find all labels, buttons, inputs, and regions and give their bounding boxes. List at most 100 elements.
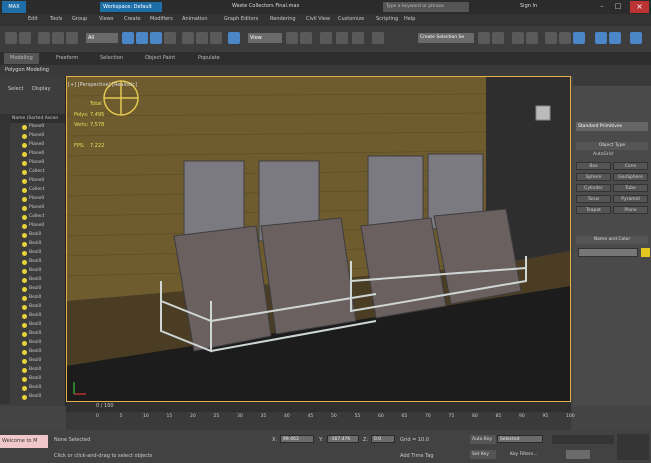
maxscript-listener[interactable]: Welcome to M — [0, 435, 48, 448]
scene-list-item[interactable]: Bezi0 — [10, 259, 65, 267]
scene-list-item[interactable]: Bezi0 — [10, 331, 65, 339]
menu-modifiers[interactable]: Modifiers — [150, 16, 173, 22]
menu-group[interactable]: Group — [72, 16, 87, 22]
scene-list-item[interactable]: Collect — [10, 169, 65, 177]
primitives-dropdown[interactable]: Standard Primitives — [576, 122, 648, 131]
scene-list-item[interactable]: Bezi0 — [10, 394, 65, 402]
lightbulb-icon[interactable] — [22, 368, 27, 373]
layers-icon[interactable] — [512, 32, 524, 44]
lightbulb-icon[interactable] — [22, 287, 27, 292]
viewport-navigation[interactable] — [617, 434, 649, 460]
rect-select-icon[interactable] — [150, 32, 162, 44]
lightbulb-icon[interactable] — [22, 152, 27, 157]
teapot-button[interactable]: Teapot — [576, 206, 611, 214]
move-icon[interactable] — [182, 32, 194, 44]
polygon-modeling-label[interactable]: Polygon Modeling — [5, 67, 49, 73]
lightbulb-icon[interactable] — [22, 395, 27, 400]
ribbon-tab-populate[interactable]: Populate — [198, 55, 220, 61]
scene-list-item[interactable]: Bezi0 — [10, 268, 65, 276]
lightbulb-icon[interactable] — [22, 179, 27, 184]
scene-list-item[interactable]: Bezi0 — [10, 349, 65, 357]
app-logo[interactable]: MAX — [2, 1, 26, 13]
cone-button[interactable]: Cone — [613, 162, 648, 170]
search-input[interactable]: Type a keyword or phrase — [383, 2, 469, 12]
rendered-frame-icon[interactable] — [609, 32, 621, 44]
schematic-icon[interactable] — [559, 32, 571, 44]
maximize-button[interactable]: □ — [611, 2, 625, 12]
scene-list-item[interactable]: Plane0 — [10, 151, 65, 159]
angle-snap-icon[interactable] — [320, 32, 332, 44]
rollout-object-type[interactable]: Object Type — [576, 142, 648, 150]
scene-tab-select[interactable]: Select — [8, 86, 23, 92]
scene-list-item[interactable]: Bezi0 — [10, 340, 65, 348]
lightbulb-icon[interactable] — [22, 206, 27, 211]
viewport-label[interactable]: [+] [Perspective] [Realistic] — [68, 82, 137, 88]
scene-list-item[interactable]: Bezi0 — [10, 367, 65, 375]
percent-snap-icon[interactable] — [336, 32, 348, 44]
sphere-button[interactable]: Sphere — [576, 173, 611, 181]
color-swatch[interactable] — [641, 248, 650, 257]
scale-icon[interactable] — [210, 32, 222, 44]
lightbulb-icon[interactable] — [22, 242, 27, 247]
lightbulb-icon[interactable] — [22, 143, 27, 148]
scene-list-item[interactable]: Plane0 — [10, 196, 65, 204]
menu-graph-editors[interactable]: Graph Editors — [224, 16, 258, 22]
window-crossing-icon[interactable] — [164, 32, 176, 44]
name-field[interactable] — [578, 248, 638, 257]
selection-set-dropdown[interactable]: Create Selection Se — [418, 33, 474, 43]
scene-list-item[interactable]: Bezi0 — [10, 250, 65, 258]
scene-list-item[interactable]: Bezi0 — [10, 232, 65, 240]
lightbulb-icon[interactable] — [22, 134, 27, 139]
lightbulb-icon[interactable] — [22, 386, 27, 391]
scene-list-item[interactable]: Bezi0 — [10, 241, 65, 249]
lightbulb-icon[interactable] — [22, 332, 27, 337]
lightbulb-icon[interactable] — [22, 170, 27, 175]
geosphere-button[interactable]: GeoSphere — [613, 173, 648, 181]
ribbon-tab-object-paint[interactable]: Object Paint — [145, 55, 175, 61]
box-button[interactable]: Box — [576, 162, 611, 170]
playback-controls[interactable] — [552, 435, 614, 444]
select-manipulate-icon[interactable] — [228, 32, 240, 44]
lightbulb-icon[interactable] — [22, 224, 27, 229]
scene-list-item[interactable]: Bezi0 — [10, 322, 65, 330]
mirror-icon[interactable] — [478, 32, 490, 44]
pivot-icon[interactable] — [286, 32, 298, 44]
scene-list-item[interactable]: Bezi0 — [10, 286, 65, 294]
perspective-viewport[interactable]: [+] [Perspective] [Realistic] Total Poly… — [66, 76, 571, 402]
scene-list-item[interactable]: Plane0 — [10, 205, 65, 213]
ribbon-tab-freeform[interactable]: Freeform — [56, 55, 78, 61]
scene-list-item[interactable]: Plane0 — [10, 178, 65, 186]
menu-edit[interactable]: Edit — [28, 16, 38, 22]
key-mode-dropdown[interactable]: Selected — [497, 435, 543, 443]
x-coordinate-field[interactable]: 99.463 — [280, 435, 314, 443]
curve-editor-icon[interactable] — [545, 32, 557, 44]
autokey-button[interactable]: Auto Key — [470, 435, 496, 444]
lightbulb-icon[interactable] — [22, 296, 27, 301]
torus-button[interactable]: Torus — [576, 195, 611, 203]
menu-views[interactable]: Views — [99, 16, 113, 22]
select-by-name-icon[interactable] — [136, 32, 148, 44]
time-slider[interactable]: 0 / 100 — [66, 402, 571, 412]
menu-tools[interactable]: Tools — [50, 16, 62, 22]
lightbulb-icon[interactable] — [22, 377, 27, 382]
scene-list-item[interactable]: Bezi0 — [10, 313, 65, 321]
scene-list-item[interactable]: Plane0 — [10, 124, 65, 132]
add-time-tag[interactable]: Add Time Tag — [400, 453, 434, 459]
frame-number-field[interactable] — [566, 450, 590, 459]
menu-help[interactable]: Help — [404, 16, 415, 22]
plane-button[interactable]: Plane — [613, 206, 648, 214]
align-icon[interactable] — [492, 32, 504, 44]
scene-list-item[interactable]: Collect — [10, 187, 65, 195]
scene-list-item[interactable]: Plane0 — [10, 160, 65, 168]
scene-tab-display[interactable]: Display — [32, 86, 50, 92]
close-button[interactable]: × — [630, 1, 649, 13]
lightbulb-icon[interactable] — [22, 260, 27, 265]
scene-list-item[interactable]: Bezi0 — [10, 277, 65, 285]
spinner-snap-icon[interactable] — [352, 32, 364, 44]
render-setup-icon[interactable] — [595, 32, 607, 44]
workspace-dropdown[interactable]: Workspace: Default — [100, 2, 162, 12]
lightbulb-icon[interactable] — [22, 323, 27, 328]
scene-list-item[interactable]: Plane0 — [10, 142, 65, 150]
bind-spacewarp-icon[interactable] — [66, 32, 78, 44]
ribbon-tab-selection[interactable]: Selection — [100, 55, 123, 61]
